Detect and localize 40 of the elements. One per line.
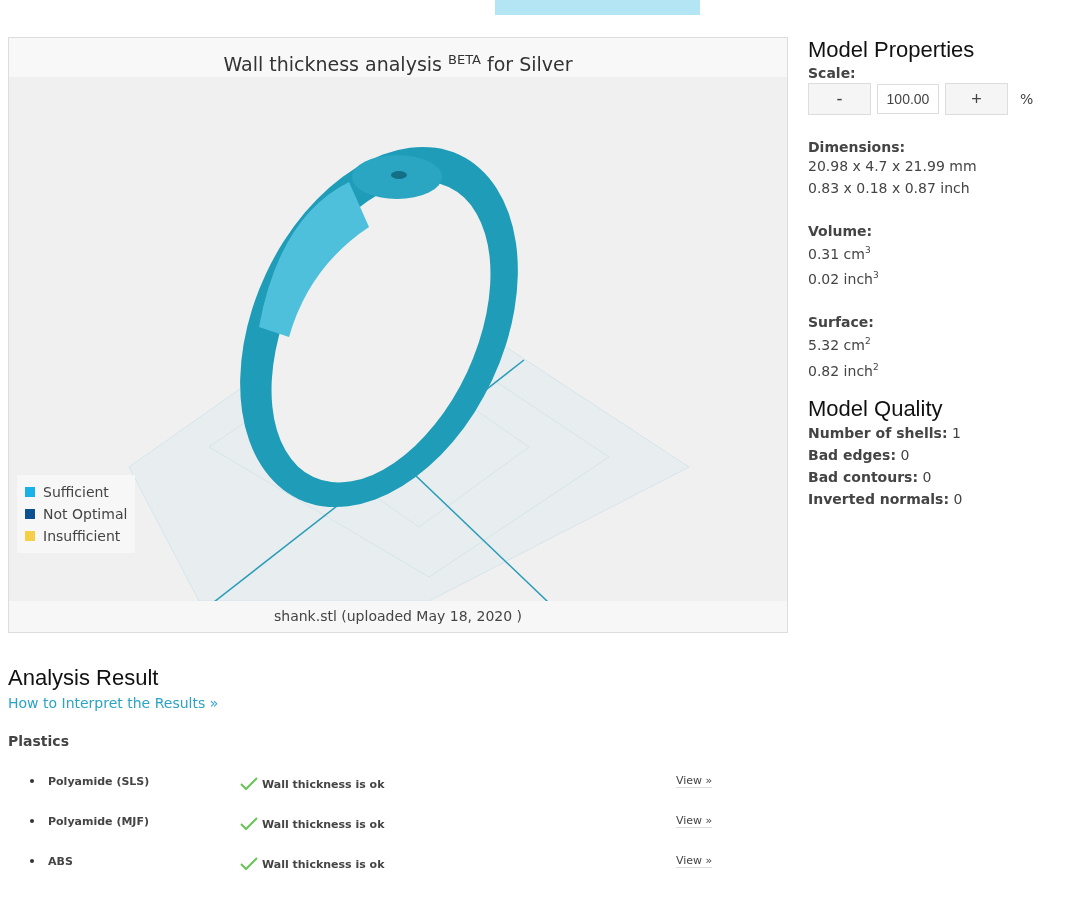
view-link[interactable]: View »: [676, 774, 713, 788]
viewer-title: Wall thickness analysis $^{BETA}$ for Silver: [9, 38, 787, 77]
property-label: Dimensions:: [808, 139, 907, 155]
top-button[interactable]: [495, 0, 700, 15]
increase-button[interactable]: +: [945, 83, 1008, 115]
quality-item: Bad edges: 0: [808, 445, 911, 465]
section-title: Model Quality: [808, 395, 944, 422]
section-title: Analysis Result: [8, 665, 160, 691]
file-caption: shank.stl (uploaded May 18, 2020 ): [9, 601, 787, 632]
material-name: ABS: [48, 854, 74, 868]
property-value: 0.83 x 0.18 x 0.87 inch: [808, 179, 971, 198]
status-text: Wall thickness is ok: [262, 777, 385, 791]
scale-label: Scale:: [808, 65, 857, 81]
scale-field[interactable]: 100.00: [877, 84, 939, 114]
legend-label: Not Optimal: [43, 505, 128, 524]
property-value: 5.32 cm$^{2}$: [808, 335, 872, 355]
quality-item: Inverted normals: 0: [808, 489, 964, 509]
unit-label: %: [1020, 91, 1034, 107]
status-text: Wall thickness is ok: [262, 817, 385, 831]
view-link[interactable]: View »: [676, 814, 713, 828]
bullet-icon: [30, 779, 34, 783]
property-label: Surface:: [808, 314, 875, 331]
category-title: Plastics: [8, 733, 70, 749]
bullet-icon: [30, 859, 34, 863]
property-label: Volume:: [808, 223, 874, 239]
property-value: 0.82 inch$^{2}$: [808, 360, 880, 381]
legend-label: Sufficient: [43, 483, 109, 502]
decrease-button[interactable]: -: [808, 83, 871, 115]
quality-item: Number of shells: 1: [808, 423, 962, 443]
bullet-icon: [30, 819, 34, 823]
status-text: Wall thickness is ok: [262, 857, 385, 871]
view-link[interactable]: View »: [676, 854, 713, 868]
legend-label: Insufficient: [43, 527, 121, 546]
material-name: Polyamide (MJF): [48, 814, 150, 828]
property-value: 0.02 inch$^{3}$: [808, 269, 880, 290]
material-name: Polyamide (SLS): [48, 774, 151, 788]
property-value: 0.31 cm$^{3}$: [808, 244, 872, 264]
section-title: Model Properties: [808, 37, 976, 63]
quality-item: Bad contours: 0: [808, 467, 933, 487]
property-value: 20.98 x 4.7 x 21.99 mm: [808, 157, 978, 176]
